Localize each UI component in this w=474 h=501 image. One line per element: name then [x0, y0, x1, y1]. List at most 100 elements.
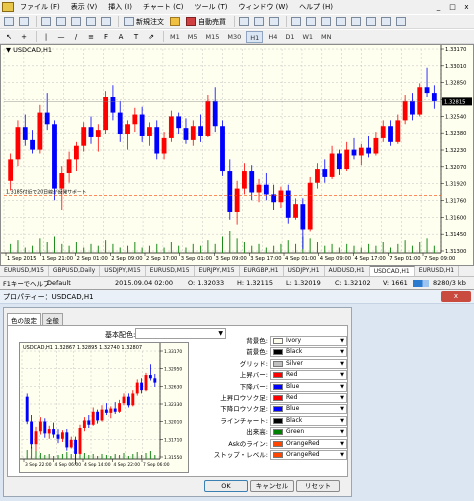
- chart-tab-active[interactable]: USDCAD,H1: [369, 266, 415, 276]
- menu-view[interactable]: 表示 (V): [71, 2, 97, 12]
- time-tick-label: 4 Sep 22:00: [114, 462, 141, 468]
- color-select-grid[interactable]: Silver ▼: [270, 358, 347, 369]
- periods-button[interactable]: [380, 16, 392, 28]
- chart-tab[interactable]: EURGBP,H1: [240, 266, 284, 276]
- color-select-stop-level[interactable]: OrangeRed ▼: [270, 449, 347, 460]
- timeframe-m5[interactable]: M5: [185, 31, 201, 43]
- timeframe-h1[interactable]: H1: [246, 30, 264, 43]
- line-chart-button[interactable]: [268, 16, 280, 28]
- templates-icon: [396, 17, 406, 26]
- chart-window[interactable]: 1.331701.330101.328501.327001.325401.323…: [0, 44, 474, 266]
- close-button[interactable]: x: [461, 2, 472, 12]
- color-select-bear-candle[interactable]: Blue ▼: [270, 404, 347, 415]
- chart-tab[interactable]: USDJPY,H1: [284, 266, 325, 276]
- menu-charts[interactable]: チャート (C): [143, 2, 184, 12]
- candle-up: [122, 396, 126, 404]
- trendline-icon: /: [74, 32, 78, 41]
- text-button[interactable]: A: [115, 31, 127, 43]
- arrows-button[interactable]: ⇗: [145, 31, 157, 43]
- timeframe-h4[interactable]: H4: [265, 31, 280, 43]
- chart-tab[interactable]: EURUSD,M15: [146, 266, 195, 276]
- color-select-volumes[interactable]: Green ▼: [270, 427, 347, 438]
- indicators-button[interactable]: [365, 16, 377, 28]
- terminal-button[interactable]: [85, 16, 97, 28]
- price-chart[interactable]: 1.331701.330101.328501.327001.325401.323…: [1, 45, 473, 265]
- color-name: Green: [286, 428, 305, 436]
- color-select-bull-candle[interactable]: Red ▼: [270, 392, 347, 403]
- color-select-bar-up[interactable]: Red ▼: [270, 370, 347, 381]
- new-chart-button[interactable]: [3, 16, 15, 28]
- preview-header: USDCAD,H1 1.32867 1.32895 1.32740 1.3280…: [23, 345, 142, 351]
- timeframe-m1[interactable]: M1: [167, 31, 183, 43]
- data-window-button[interactable]: [55, 16, 67, 28]
- auto-trading-button[interactable]: 自動売買: [184, 16, 228, 28]
- candle-up: [131, 393, 135, 406]
- tile-windows-button[interactable]: [320, 16, 332, 28]
- auto-trading-label: 自動売買: [198, 17, 226, 26]
- dialog-close-button[interactable]: x: [441, 291, 471, 302]
- price-tick-label: 1.31550: [164, 455, 182, 461]
- metaeditor-button[interactable]: [169, 16, 181, 28]
- minimize-button[interactable]: _: [433, 2, 444, 12]
- navigator-button[interactable]: [70, 16, 82, 28]
- chart-tab[interactable]: EURUSD,M15: [0, 266, 49, 276]
- templates-button[interactable]: [395, 16, 407, 28]
- bar-chart-button[interactable]: [238, 16, 250, 28]
- zoom-in-button[interactable]: [290, 16, 302, 28]
- fibonacci-button[interactable]: F: [100, 31, 112, 43]
- autoscroll-button[interactable]: [335, 16, 347, 28]
- auto-trading-icon: [186, 17, 196, 26]
- candlestick-button[interactable]: [253, 16, 265, 28]
- timeframe-m15[interactable]: M15: [203, 31, 223, 43]
- menu-file[interactable]: ファイル (F): [20, 2, 60, 12]
- time-tick-label: 4 Sep 17:00: [355, 256, 386, 262]
- time-tick-label: 7 Sep 06:00: [143, 462, 170, 468]
- candle-down: [25, 396, 29, 422]
- color-select-line-chart[interactable]: Black ▼: [270, 415, 347, 426]
- chart-tab[interactable]: USDJPY,M15: [100, 266, 146, 276]
- color-select-background[interactable]: Ivory ▼: [270, 336, 347, 346]
- color-select-foreground[interactable]: Black ▼: [270, 347, 347, 358]
- new-order-button[interactable]: 新規注文: [122, 16, 166, 28]
- timeframe-m30[interactable]: M30: [224, 31, 244, 43]
- menu-insert[interactable]: 挿入 (I): [108, 2, 132, 12]
- trendline-button[interactable]: /: [70, 31, 82, 43]
- candle-down: [43, 421, 47, 434]
- channel-button[interactable]: ≡: [85, 31, 97, 43]
- chart-tab[interactable]: EURJPY,M15: [195, 266, 240, 276]
- ok-button[interactable]: OK: [204, 480, 248, 492]
- candle-up: [329, 153, 335, 177]
- timeframe-w1[interactable]: W1: [299, 31, 316, 43]
- timeframe-d1[interactable]: D1: [282, 31, 297, 43]
- chart-tab[interactable]: GBPUSD,Daily: [49, 266, 101, 276]
- profiles-button[interactable]: [18, 16, 30, 28]
- zoom-out-button[interactable]: [305, 16, 317, 28]
- chart-tab[interactable]: AUDUSD,H1: [325, 266, 370, 276]
- menu-help[interactable]: ヘルプ (H): [299, 2, 333, 12]
- label-button[interactable]: T: [130, 31, 142, 43]
- chart-shift-button[interactable]: [350, 16, 362, 28]
- status-datetime: 2015.09.04 02:00: [115, 279, 174, 287]
- menu-window[interactable]: ウィンドウ (W): [238, 2, 288, 12]
- candle-up: [135, 382, 139, 394]
- candle-up: [234, 188, 240, 212]
- candle-up: [95, 130, 101, 137]
- tester-button[interactable]: [100, 16, 112, 28]
- horizontal-line-button[interactable]: —: [55, 31, 67, 43]
- chart-tab[interactable]: EURUSD,H1: [415, 266, 460, 276]
- color-select-bar-down[interactable]: Blue ▼: [270, 381, 347, 392]
- cursor-button[interactable]: ↖: [3, 31, 15, 43]
- market-watch-button[interactable]: [40, 16, 52, 28]
- candle-up: [78, 427, 82, 454]
- menu-tools[interactable]: ツール (T): [194, 2, 227, 12]
- color-select-ask-line[interactable]: OrangeRed ▼: [270, 438, 347, 449]
- timeframe-mn[interactable]: MN: [318, 31, 334, 43]
- color-swatch: [273, 417, 283, 424]
- candle-up: [125, 124, 130, 135]
- reset-button[interactable]: リセット: [296, 480, 340, 492]
- crosshair-button[interactable]: +: [18, 31, 30, 43]
- maximize-button[interactable]: □: [447, 2, 458, 12]
- vertical-line-button[interactable]: |: [40, 31, 52, 43]
- cancel-button[interactable]: キャンセル: [250, 480, 294, 492]
- candle-down: [351, 149, 357, 156]
